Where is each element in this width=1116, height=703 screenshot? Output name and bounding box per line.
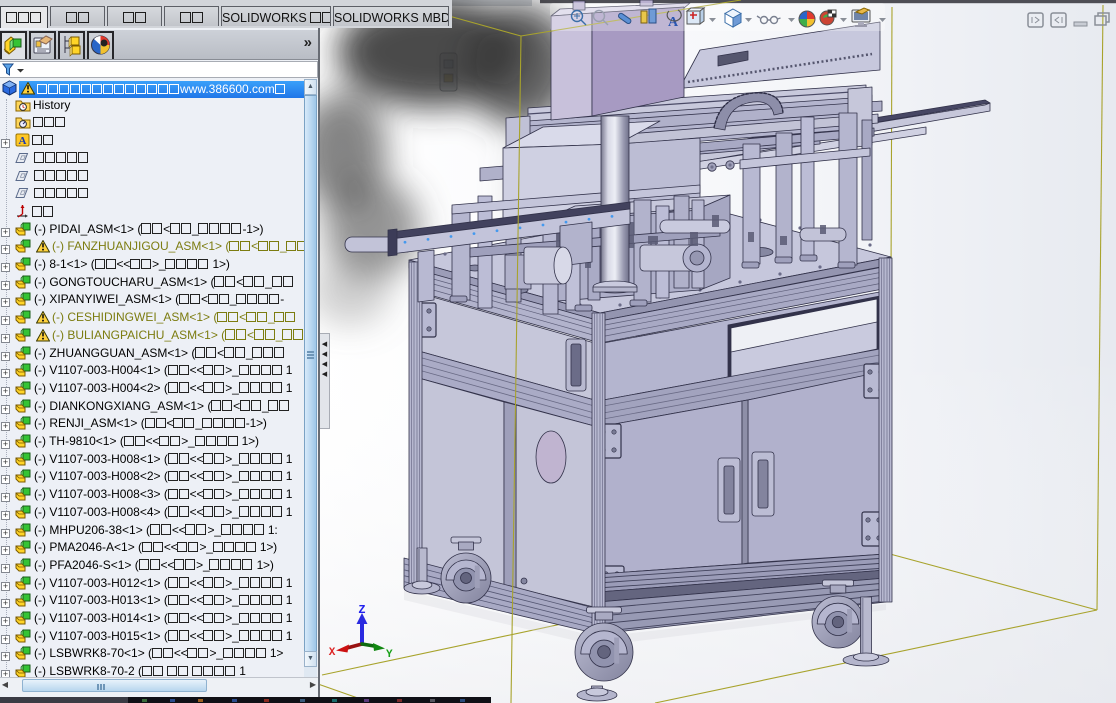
svg-text:A: A (19, 135, 27, 147)
svg-text:X: X (329, 647, 336, 659)
svg-text:A: A (668, 15, 679, 30)
svg-text:Y: Y (386, 649, 393, 661)
